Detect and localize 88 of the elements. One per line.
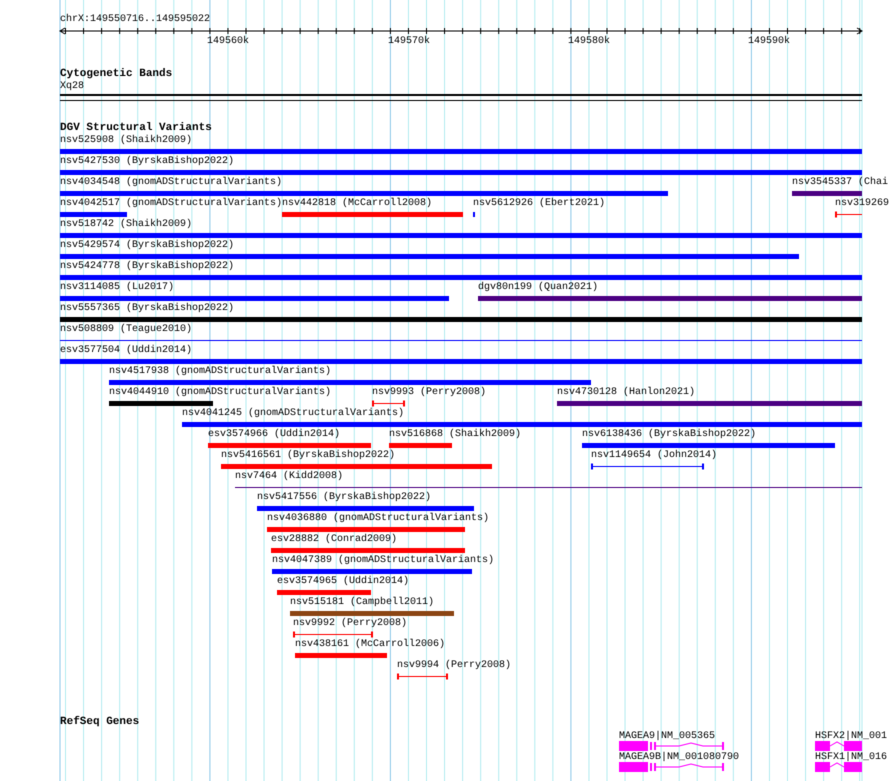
variant-label: nsv319269 — [835, 198, 890, 210]
variant-label: nsv4041245 (gnomADStructuralVariants) — [182, 408, 404, 420]
variant-label: nsv518742 (Shaikh2009) — [60, 219, 192, 231]
variant-bar[interactable] — [389, 443, 452, 448]
ruler-tick-label: 149570k — [388, 36, 430, 48]
ruler-tick-label: 149560k — [207, 36, 250, 48]
variant-label: nsv525908 (Shaikh2009) — [60, 135, 192, 147]
variant-label: nsv438161 (McCarroll2006) — [295, 639, 446, 651]
variant-label: nsv9992 (Perry2008) — [293, 618, 408, 630]
variant-label: nsv4036880 (gnomADStructuralVariants) — [267, 513, 490, 525]
variant-line[interactable] — [60, 340, 862, 341]
variant-label: nsv4034548 (gnomADStructuralVariants) — [60, 177, 282, 189]
variant-label: nsv4044910 (gnomADStructuralVariants) — [109, 387, 332, 399]
variant-bar[interactable] — [277, 590, 371, 595]
ruler-tick-label: 149580k — [568, 36, 610, 48]
variant-label: nsv442818 (McCarroll2008) — [282, 198, 432, 210]
variant-bar[interactable] — [282, 212, 463, 217]
variant-label: nsv5416561 (ByrskaBishop2022) — [221, 450, 396, 462]
variant-label: nsv9993 (Perry2008) — [372, 387, 486, 399]
variant-bar[interactable] — [271, 548, 465, 553]
variant-bar[interactable] — [290, 611, 454, 616]
variant-label: nsv4517938 (gnomADStructuralVariants) — [109, 366, 332, 378]
variant-label: nsv5429574 (ByrskaBishop2022) — [60, 240, 234, 252]
variant-bar[interactable] — [60, 170, 862, 175]
variant-label: nsv5424778 (ByrskaBishop2022) — [60, 261, 234, 273]
gene-label: MAGEA9B|NM_001080790 — [619, 752, 740, 764]
variant-label: nsv5417556 (ByrskaBishop2022) — [257, 492, 432, 504]
variant-label: esv3574965 (Uddin2014) — [277, 576, 410, 588]
variant-bar[interactable] — [272, 569, 472, 574]
variant-bar[interactable] — [478, 296, 862, 301]
variant-line[interactable] — [235, 487, 862, 488]
variant-bar[interactable] — [60, 212, 127, 217]
variant-bar[interactable] — [60, 191, 668, 196]
variant-label: nsv5557365 (ByrskaBishop2022) — [60, 303, 234, 315]
variant-bar[interactable] — [60, 254, 799, 259]
variant-label: nsv4730128 (Hanlon2021) — [557, 387, 696, 399]
gene-model-drawing[interactable] — [815, 741, 862, 751]
gene-label: HSFX1|NM_016 — [815, 752, 888, 764]
variant-bar[interactable] — [182, 422, 862, 427]
ruler-tick-label: 149590k — [748, 36, 790, 48]
track-title: RefSeq Genes — [60, 716, 140, 729]
gene-model-drawing[interactable] — [815, 762, 862, 772]
variant-bar[interactable] — [792, 191, 862, 196]
variant-whisker[interactable] — [293, 632, 373, 638]
variant-label: dgv80n199 (Quan2021) — [478, 282, 598, 294]
variant-label: esv3574966 (Uddin2014) — [208, 429, 340, 441]
variant-label: esv28882 (Conrad2009) — [271, 534, 398, 546]
band-label: Xq28 — [60, 81, 86, 93]
variant-bar[interactable] — [109, 380, 591, 385]
track-title: DGV Structural Variants — [60, 122, 213, 134]
variant-whisker[interactable] — [372, 400, 405, 406]
variant-whisker[interactable] — [397, 674, 448, 680]
variant-label: nsv9994 (Perry2008) — [397, 660, 512, 672]
variant-label: nsv508809 (Teague2010) — [60, 324, 192, 336]
gene-label: HSFX2|NM_001 — [815, 731, 888, 743]
variant-label: nsv515181 (Campbell2011) — [290, 597, 434, 609]
variant-label: nsv5612926 (Ebert2021) — [473, 198, 606, 210]
variant-bar[interactable] — [109, 401, 213, 406]
variant-label: nsv3114085 (Lu2017) — [60, 282, 174, 294]
variant-bar[interactable] — [208, 443, 371, 448]
variant-label: nsv3545337 (Chai — [792, 177, 888, 189]
variant-label: nsv7464 (Kidd2008) — [235, 471, 344, 483]
variant-bar[interactable] — [60, 296, 449, 301]
variant-label: nsv1149654 (John2014) — [591, 450, 718, 462]
variant-bar[interactable] — [267, 527, 465, 532]
gene-label: MAGEA9|NM_005365 — [619, 731, 716, 743]
variant-bar[interactable] — [60, 233, 862, 238]
variant-whisker[interactable] — [835, 212, 862, 218]
variant-label: nsv4042517 (gnomADStructuralVariants) — [60, 198, 282, 210]
variant-bar[interactable] — [60, 359, 862, 364]
variant-bar[interactable] — [221, 464, 492, 469]
variant-whisker[interactable] — [591, 464, 704, 470]
variant-bar[interactable] — [60, 317, 862, 322]
variant-bar[interactable] — [60, 149, 862, 154]
variant-label: esv3577504 (Uddin2014) — [60, 345, 192, 357]
variant-label: nsv516868 (Shaikh2009) — [389, 429, 522, 441]
variant-label: nsv4047389 (gnomADStructuralVariants) — [272, 555, 494, 567]
variant-bar[interactable] — [557, 401, 862, 406]
variant-label: nsv6138436 (ByrskaBishop2022) — [582, 429, 756, 441]
track-title: Cytogenetic Bands — [60, 68, 174, 81]
gene-model-drawing[interactable] — [619, 741, 724, 751]
variant-label: nsv5427530 (ByrskaBishop2022) — [60, 156, 234, 168]
location-label: chrX:149550716..149595022 — [60, 14, 212, 26]
variant-bar[interactable] — [582, 443, 835, 448]
variant-bar[interactable] — [295, 653, 387, 658]
variant-bar[interactable] — [257, 506, 474, 511]
variant-bar[interactable] — [60, 275, 862, 280]
gene-model-drawing[interactable] — [619, 762, 724, 772]
